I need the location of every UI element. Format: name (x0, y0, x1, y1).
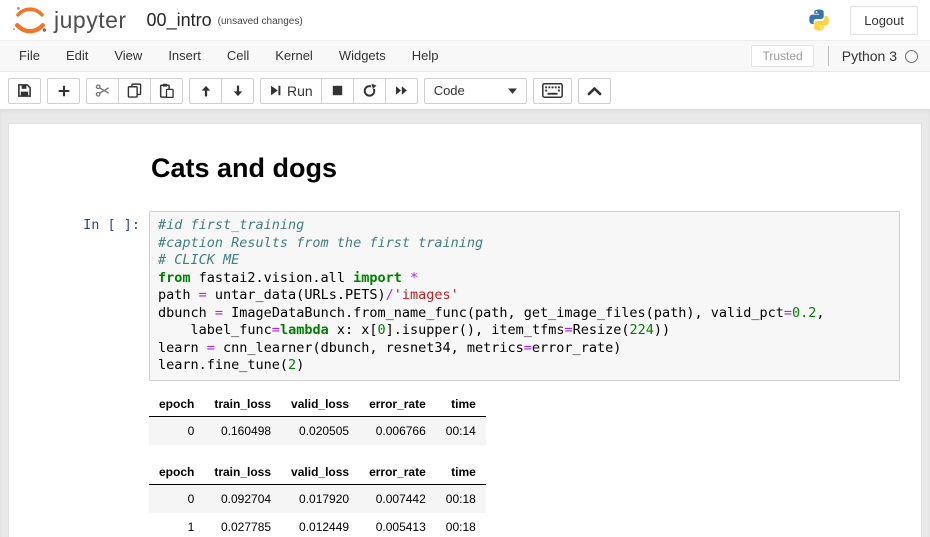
table-cell: 00:14 (436, 416, 486, 445)
jupyter-logo-text: jupyter (54, 7, 127, 34)
code-line: dbunch = ImageDataBunch.from_name_func(p… (158, 305, 891, 323)
table-cell: 0.027785 (204, 513, 281, 537)
table-cell: 0.007442 (359, 484, 436, 513)
table-cell: 0.160498 (204, 416, 281, 445)
cut-cell-button[interactable] (86, 78, 119, 104)
notebook-title[interactable]: 00_intro (147, 10, 212, 31)
table-cell: 0.092704 (204, 484, 281, 513)
input-prompt: In [ ]: (9, 211, 149, 381)
step-forward-icon (269, 84, 282, 97)
restart-run-all-button[interactable] (385, 78, 418, 104)
table-row: 10.0277850.0124490.00541300:18 (149, 513, 486, 537)
training-results-table: epochtrain_lossvalid_losserror_ratetime0… (149, 392, 486, 445)
menu-file[interactable]: File (6, 41, 53, 71)
notebook-site: Cats and dogs In [ ]: #id first_training… (0, 109, 930, 537)
paste-cell-button[interactable] (150, 78, 183, 104)
restart-kernel-button[interactable] (353, 78, 386, 104)
menu-insert[interactable]: Insert (155, 41, 214, 71)
copy-cell-button[interactable] (118, 78, 151, 104)
scissors-icon (95, 83, 110, 98)
jupyter-logo[interactable]: jupyter (10, 5, 127, 35)
code-cell[interactable]: In [ ]: #id first_training#caption Resul… (9, 211, 921, 381)
table-cell: 0.006766 (359, 416, 436, 445)
table-cell: 0.020505 (281, 416, 359, 445)
code-line: #id first_training (158, 217, 891, 235)
cell-type-dropdown[interactable]: Code (424, 78, 527, 104)
column-header: valid_loss (281, 392, 359, 417)
menu-cell[interactable]: Cell (214, 41, 262, 71)
stop-icon (331, 84, 344, 97)
trusted-button[interactable]: Trusted (751, 45, 813, 67)
menu-edit[interactable]: Edit (53, 41, 101, 71)
jupyter-logo-icon (10, 5, 50, 35)
notebook-container: Cats and dogs In [ ]: #id first_training… (8, 123, 922, 537)
code-line: learn = cnn_learner(dbunch, resnet34, me… (158, 340, 891, 358)
move-cell-down-button[interactable] (221, 78, 254, 104)
restart-icon (362, 83, 377, 98)
column-header: train_loss (204, 460, 281, 485)
command-palette-button[interactable] (533, 78, 572, 104)
add-cell-button[interactable] (47, 78, 80, 104)
table-row: 00.1604980.0205050.00676600:14 (149, 416, 486, 445)
python-logo-icon (806, 7, 832, 33)
cell-type-value: Code (434, 83, 465, 98)
column-header: epoch (149, 392, 204, 417)
logout-button[interactable]: Logout (850, 6, 918, 35)
code-line: path = untar_data(URLs.PETS)/'images' (158, 287, 891, 305)
kernel-divider (828, 46, 829, 66)
code-input-box[interactable]: #id first_training#caption Results from … (149, 211, 900, 381)
code-line: label_func=lambda x: x[0].isupper(), ite… (158, 322, 891, 340)
header: jupyter 00_intro (unsaved changes) Logou… (0, 0, 930, 40)
table-cell: 1 (149, 513, 204, 537)
kernel-idle-indicator-icon (905, 50, 918, 63)
table-cell: 0.012449 (281, 513, 359, 537)
column-header: time (436, 460, 486, 485)
table-cell: 0 (149, 484, 204, 513)
column-header: valid_loss (281, 460, 359, 485)
column-header: train_loss (204, 392, 281, 417)
arrow-down-icon (231, 84, 245, 98)
column-header: time (436, 392, 486, 417)
run-button-label: Run (287, 83, 313, 99)
menubar: File Edit View Insert Cell Kernel Widget… (0, 40, 930, 72)
table-cell: 0.005413 (359, 513, 436, 537)
table-cell: 00:18 (436, 484, 486, 513)
paste-icon (159, 83, 174, 98)
move-cell-up-button[interactable] (189, 78, 222, 104)
caret-down-icon (508, 88, 517, 94)
table-row: 00.0927040.0179200.00744200:18 (149, 484, 486, 513)
chevron-up-icon (587, 86, 602, 96)
column-header: epoch (149, 460, 204, 485)
save-button[interactable] (8, 78, 41, 104)
table-cell: 0 (149, 416, 204, 445)
training-results-table: epochtrain_lossvalid_losserror_ratetime0… (149, 460, 486, 537)
output-area: epochtrain_lossvalid_losserror_ratetime0… (149, 392, 921, 537)
code-line: # CLICK ME (158, 252, 891, 270)
toolbar: Run Code (0, 72, 930, 109)
collapse-toolbar-button[interactable] (578, 78, 611, 104)
menu-help[interactable]: Help (399, 41, 452, 71)
table-cell: 0.017920 (281, 484, 359, 513)
code-line: from fastai2.vision.all import * (158, 270, 891, 288)
copy-icon (127, 83, 142, 98)
plus-icon (57, 84, 71, 98)
interrupt-kernel-button[interactable] (321, 78, 354, 104)
menu-widgets[interactable]: Widgets (326, 41, 399, 71)
menu-view[interactable]: View (101, 41, 155, 71)
column-header: error_rate (359, 460, 436, 485)
notebook-save-status: (unsaved changes) (218, 16, 303, 27)
code-line: learn.fine_tune(2) (158, 357, 891, 375)
column-header: error_rate (359, 392, 436, 417)
save-icon (17, 83, 32, 98)
kernel-name: Python 3 (842, 48, 897, 64)
arrow-up-icon (199, 84, 213, 98)
fast-forward-icon (394, 84, 409, 97)
table-cell: 00:18 (436, 513, 486, 537)
keyboard-icon (542, 83, 563, 98)
markdown-heading[interactable]: Cats and dogs (151, 153, 921, 184)
menu-kernel[interactable]: Kernel (262, 41, 326, 71)
run-cell-button[interactable]: Run (260, 78, 322, 104)
code-line: #caption Results from the first training (158, 235, 891, 253)
code-area[interactable]: #id first_training#caption Results from … (158, 217, 891, 375)
